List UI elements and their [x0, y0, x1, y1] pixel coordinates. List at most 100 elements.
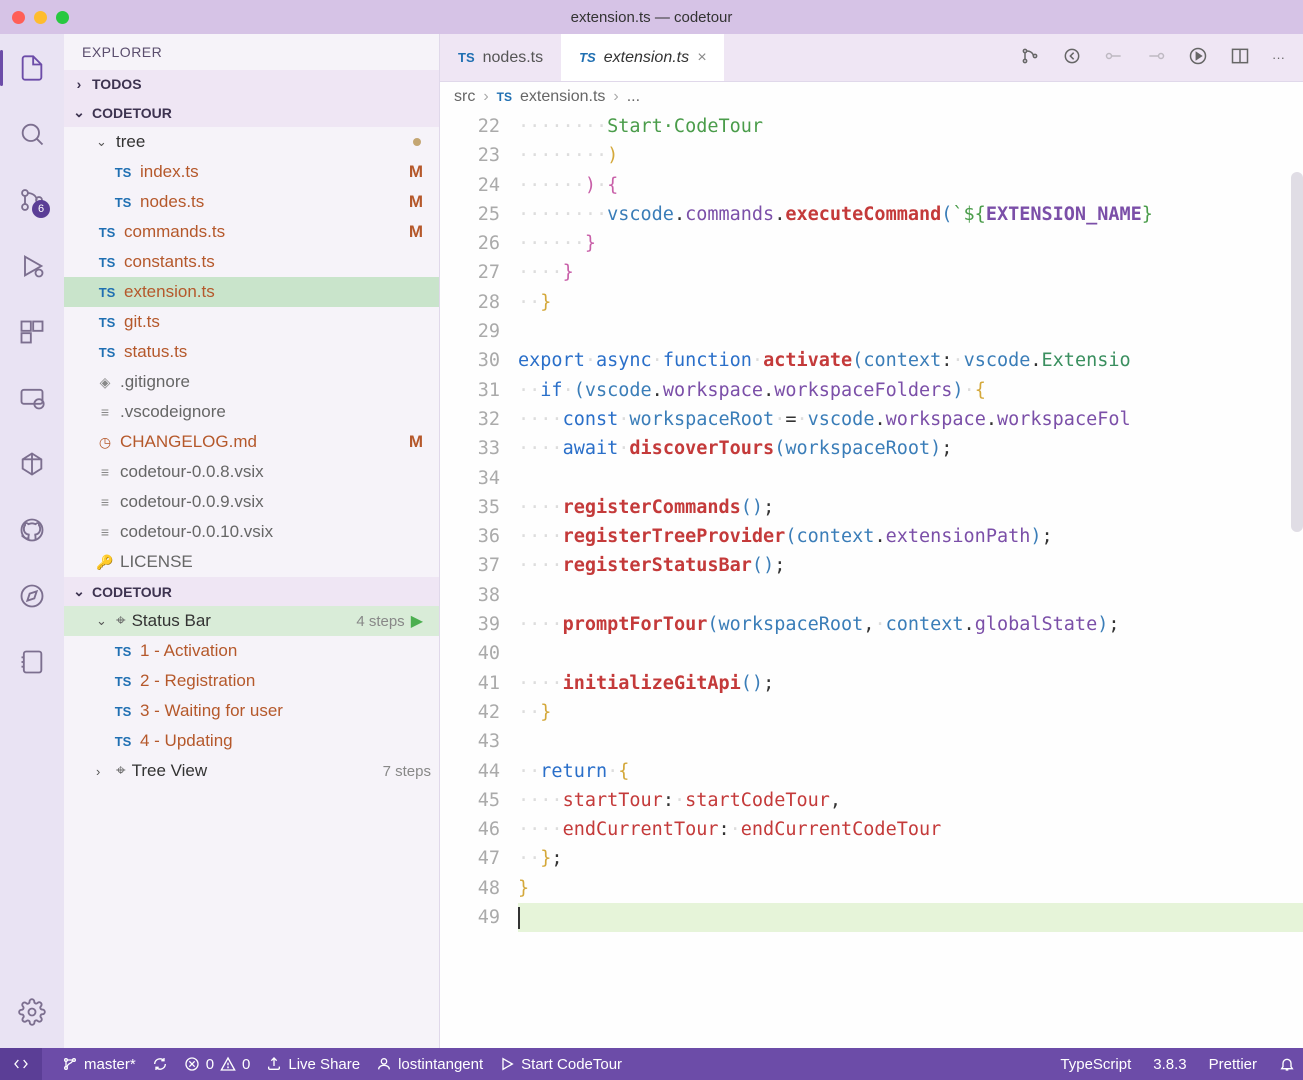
prettier-status[interactable]: Prettier: [1209, 1056, 1257, 1073]
tour-step[interactable]: TS 1 - Activation: [64, 636, 439, 666]
compass-icon: [18, 582, 46, 610]
remote-tab[interactable]: [8, 374, 56, 422]
problems[interactable]: 0 0: [184, 1056, 251, 1073]
typescript-icon: TS: [112, 704, 134, 719]
file-name: .gitignore: [120, 372, 431, 392]
close-window-button[interactable]: [12, 11, 25, 24]
minimize-window-button[interactable]: [34, 11, 47, 24]
tour-step[interactable]: TS 2 - Registration: [64, 666, 439, 696]
code-content[interactable]: ········Start·CodeTour ········) ······)…: [518, 112, 1303, 1048]
play-icon: [499, 1056, 515, 1072]
compare-icon[interactable]: [1020, 46, 1040, 69]
sync-button[interactable]: [152, 1056, 168, 1072]
section-project-label: CODETOUR: [92, 105, 172, 121]
bookmarks-tab[interactable]: [8, 638, 56, 686]
split-editor-icon[interactable]: [1230, 46, 1250, 69]
file-name: index.ts: [140, 162, 403, 182]
next-step-icon[interactable]: [1146, 46, 1166, 69]
chevron-right-icon: ›: [613, 88, 618, 106]
file-row[interactable]: ≡ codetour-0.0.9.vsix: [64, 487, 439, 517]
file-row[interactable]: ◷ CHANGELOG.md M: [64, 427, 439, 457]
sync-icon: [152, 1056, 168, 1072]
line-numbers: 2223242526272829303132333435363738394041…: [440, 112, 518, 1048]
window-controls: [12, 11, 69, 24]
chevron-icon: ⌄: [96, 613, 110, 629]
section-todos[interactable]: › TODOS: [64, 70, 439, 98]
file-row[interactable]: 🔑 LICENSE: [64, 547, 439, 577]
file-row[interactable]: TS index.ts M: [64, 157, 439, 187]
settings-tab[interactable]: [8, 988, 56, 1036]
git-branch[interactable]: master*: [62, 1056, 136, 1073]
maximize-window-button[interactable]: [56, 11, 69, 24]
file-row[interactable]: TS status.ts: [64, 337, 439, 367]
file-name: commands.ts: [124, 222, 403, 242]
tour-step[interactable]: TS 4 - Updating: [64, 726, 439, 756]
file-row[interactable]: TS extension.ts: [64, 277, 439, 307]
folder-tree[interactable]: ⌄ tree: [64, 127, 439, 157]
step-count: 4 steps: [356, 613, 404, 630]
liveshare-tab[interactable]: [8, 440, 56, 488]
step-name: 2 - Registration: [140, 671, 431, 691]
codetour-status[interactable]: Start CodeTour: [499, 1056, 622, 1073]
file-row[interactable]: TS commands.ts M: [64, 217, 439, 247]
remote-button[interactable]: [0, 1048, 42, 1080]
file-row[interactable]: ≡ .vscodeignore: [64, 397, 439, 427]
file-name: status.ts: [124, 342, 431, 362]
file-name: CHANGELOG.md: [120, 432, 403, 452]
warning-icon: [220, 1056, 236, 1072]
file-name: git.ts: [124, 312, 431, 332]
chevron-down-icon: ⌄: [72, 583, 86, 600]
breadcrumb-part: extension.ts: [520, 88, 605, 106]
chevron-icon: ›: [96, 764, 110, 779]
typescript-icon: TS: [112, 195, 134, 210]
go-back-icon[interactable]: [1062, 46, 1082, 69]
typescript-icon: TS: [112, 644, 134, 659]
tab-extension[interactable]: TS extension.ts ×: [561, 34, 724, 81]
file-name: extension.ts: [124, 282, 431, 302]
ts-version[interactable]: 3.8.3: [1153, 1056, 1186, 1073]
tab-nodes[interactable]: TS nodes.ts: [440, 34, 561, 81]
file-row[interactable]: TS git.ts: [64, 307, 439, 337]
notebook-icon: [18, 648, 46, 676]
play-icon[interactable]: ▶: [411, 611, 423, 631]
section-project[interactable]: ⌄ CODETOUR: [64, 98, 439, 127]
github-tab[interactable]: [8, 506, 56, 554]
typescript-icon: TS: [112, 734, 134, 749]
search-tab[interactable]: [8, 110, 56, 158]
codetour-tab[interactable]: [8, 572, 56, 620]
scrollbar[interactable]: [1291, 172, 1303, 532]
explorer-tab[interactable]: [8, 44, 56, 92]
run-icon[interactable]: [1188, 46, 1208, 69]
location-icon: ⌖: [116, 761, 126, 781]
account-status[interactable]: lostintangent: [376, 1056, 483, 1073]
liveshare-icon: [18, 450, 46, 478]
tour-step[interactable]: TS 3 - Waiting for user: [64, 696, 439, 726]
notifications[interactable]: [1279, 1056, 1295, 1073]
breadcrumb[interactable]: src › TS extension.ts › ...: [440, 82, 1303, 112]
file-row[interactable]: ≡ codetour-0.0.8.vsix: [64, 457, 439, 487]
prev-step-icon[interactable]: [1104, 46, 1124, 69]
file-row[interactable]: TS nodes.ts M: [64, 187, 439, 217]
step-name: 1 - Activation: [140, 641, 431, 661]
file-row[interactable]: ≡ codetour-0.0.10.vsix: [64, 517, 439, 547]
git-icon: ◈: [96, 374, 114, 391]
language-mode[interactable]: TypeScript: [1060, 1056, 1131, 1073]
more-actions-icon[interactable]: ···: [1272, 50, 1285, 65]
debug-tab[interactable]: [8, 242, 56, 290]
status-bar: master* 0 0 Live Share lostintangent Sta…: [0, 1048, 1303, 1080]
liveshare-status[interactable]: Live Share: [266, 1056, 360, 1073]
code-editor[interactable]: 2223242526272829303132333435363738394041…: [440, 112, 1303, 1048]
files-icon: [18, 54, 46, 82]
typescript-icon: TS: [96, 225, 118, 240]
modified-badge: M: [409, 192, 423, 212]
scm-tab[interactable]: 6: [8, 176, 56, 224]
extensions-tab[interactable]: [8, 308, 56, 356]
section-codetour[interactable]: ⌄ CODETOUR: [64, 577, 439, 606]
editor-actions: ···: [1002, 34, 1303, 81]
tour-row[interactable]: ⌄ ⌖ Status Bar 4 steps ▶: [64, 606, 439, 636]
gear-icon: [18, 998, 46, 1026]
close-tab-button[interactable]: ×: [697, 49, 706, 67]
tour-row[interactable]: › ⌖ Tree View 7 steps: [64, 756, 439, 786]
file-row[interactable]: TS constants.ts: [64, 247, 439, 277]
file-row[interactable]: ◈ .gitignore: [64, 367, 439, 397]
